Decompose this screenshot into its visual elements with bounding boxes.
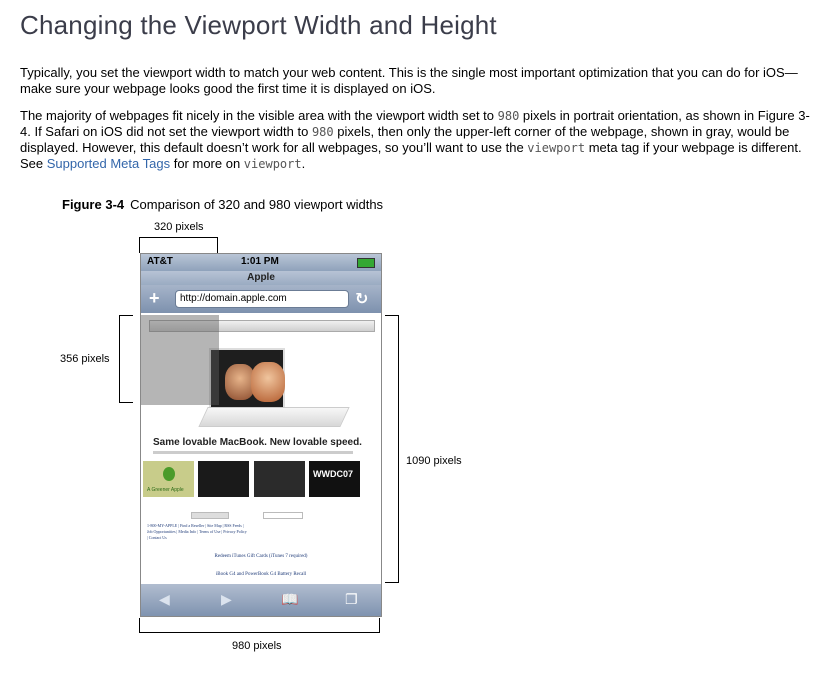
pages-icon[interactable]: ❐	[345, 591, 358, 608]
dim-label-320: 320 pixels	[154, 221, 204, 233]
dim-label-980: 980 pixels	[232, 640, 282, 652]
carrier-label: AT&T	[147, 256, 173, 267]
promo-tile-label: A Greener Apple	[147, 487, 184, 493]
clock-label: 1:01 PM	[241, 256, 279, 267]
tagline-subtext	[153, 451, 353, 454]
search-button[interactable]	[191, 512, 229, 519]
tagline: Same lovable MacBook. New lovable speed.	[153, 437, 362, 448]
document-page: Changing the Viewport Width and Height T…	[0, 0, 825, 674]
figure-label: Figure 3-4	[62, 197, 125, 212]
dim-line-320-left	[139, 237, 140, 253]
paragraph-intro: Typically, you set the viewport width to…	[20, 65, 798, 96]
promo-tile-editing[interactable]	[254, 461, 305, 497]
reload-icon[interactable]: ↻	[355, 289, 368, 309]
promo-tile-wwdc[interactable]: WWDC07	[309, 461, 360, 497]
dim-line-980-bottom	[139, 632, 380, 633]
iphone-screenshot: AT&T 1:01 PM Apple + http://domain.apple…	[140, 253, 382, 617]
dim-line-320-top	[139, 237, 218, 238]
bookmarks-icon[interactable]: 📖	[281, 591, 298, 608]
dim-line-1090-top	[385, 315, 399, 316]
supported-meta-tags-link[interactable]: Supported Meta Tags	[47, 156, 170, 171]
dim-line-356-top	[119, 315, 133, 316]
dim-line-980-right	[379, 618, 380, 633]
battery-recall-link[interactable]: iBook G4 and PowerBook G4 Battery Recall	[141, 572, 381, 577]
status-bar: AT&T 1:01 PM	[141, 254, 381, 271]
macbook-hero-image	[198, 343, 350, 428]
battery-icon	[357, 258, 375, 268]
back-icon[interactable]: ◀	[159, 591, 170, 608]
dim-line-1090-vertical	[398, 315, 399, 583]
code-viewport-b: viewport	[243, 157, 302, 171]
promo-tiles: A Greener Apple WWDC07	[143, 461, 379, 501]
photo-child-2	[251, 362, 285, 402]
add-bookmark-icon[interactable]: +	[149, 288, 160, 309]
safari-toolbar: ◀ ▶ 📖 ❐	[141, 584, 381, 616]
para2-text-5: for more on	[170, 156, 244, 171]
wwdc-label: WWDC07	[313, 469, 353, 479]
paragraph-viewport: The majority of webpages fit nicely in t…	[20, 108, 810, 172]
address-bar: + http://domain.apple.com ↻	[141, 285, 381, 313]
para2-text-1: The majority of webpages fit nicely in t…	[20, 108, 498, 123]
dim-label-1090: 1090 pixels	[406, 455, 462, 467]
para2-text-6: .	[301, 156, 306, 171]
promo-tile-green-apple[interactable]: A Greener Apple	[143, 461, 194, 497]
search-field[interactable]	[263, 512, 303, 519]
code-980-b: 980	[311, 125, 334, 139]
dim-line-356-bottom	[119, 402, 133, 403]
macbook-screen	[209, 348, 285, 414]
apple-logo-icon	[163, 467, 175, 481]
dim-line-356-vertical	[119, 315, 120, 403]
visible-area-overlay	[141, 315, 219, 405]
url-field[interactable]: http://domain.apple.com	[175, 290, 349, 308]
figure-caption: Figure 3-4 Comparison of 320 and 980 view…	[62, 197, 383, 212]
footer-links[interactable]: 1-800-MY-APPLE | Find a Reseller | Site …	[147, 523, 247, 541]
dim-line-980-left	[139, 618, 140, 633]
forward-icon[interactable]: ▶	[221, 591, 232, 608]
page-title-bar: Apple	[141, 271, 381, 285]
dim-label-356: 356 pixels	[60, 353, 110, 365]
page-title: Changing the Viewport Width and Height	[20, 10, 497, 40]
macbook-base	[198, 407, 350, 427]
figure-caption-text: Comparison of 320 and 980 viewport width…	[130, 197, 384, 212]
dim-line-1090-bottom	[385, 582, 399, 583]
search-row	[191, 512, 361, 520]
code-980-a: 980	[497, 109, 520, 123]
promo-tile-iphone[interactable]	[198, 461, 249, 497]
itunes-gift-cards-link[interactable]: Redeem iTunes Gift Cards (iTunes 7 requi…	[141, 554, 381, 559]
code-viewport-a: viewport	[527, 141, 586, 155]
